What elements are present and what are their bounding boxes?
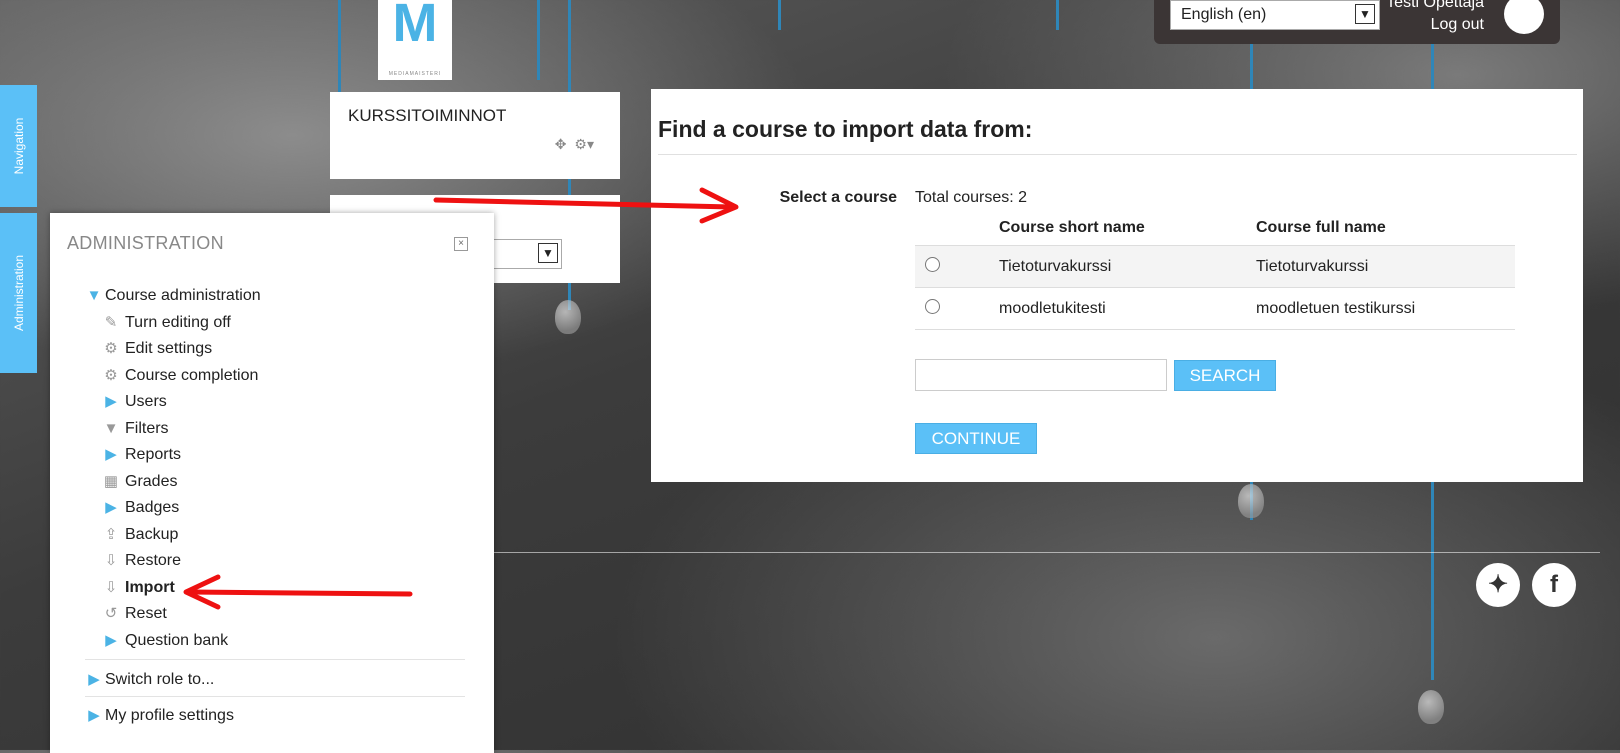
arrow-to-course-selection — [433, 187, 739, 224]
arrow-to-import — [183, 574, 413, 610]
annotation-arrows — [183, 187, 739, 610]
